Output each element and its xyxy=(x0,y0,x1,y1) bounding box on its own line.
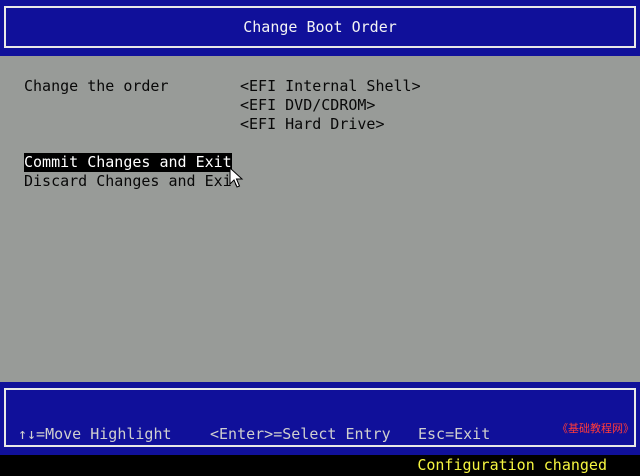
help-frame: ↑↓=Move Highlight <Enter>=Select Entry E… xyxy=(4,388,636,447)
mouse-pointer-icon xyxy=(229,167,244,188)
help-move-highlight: ↑↓=Move Highlight xyxy=(18,425,172,443)
boot-order-item-efi-hard-drive[interactable]: <EFI Hard Drive> xyxy=(240,115,421,134)
discard-changes-and-exit-item[interactable]: Discard Changes and Exit xyxy=(24,172,241,191)
boot-order-item-efi-dvd-cdrom[interactable]: <EFI DVD/CDROM> xyxy=(240,96,421,115)
boot-order-item-efi-internal-shell[interactable]: <EFI Internal Shell> xyxy=(240,77,421,96)
commit-changes-and-exit-item[interactable]: Commit Changes and Exit xyxy=(24,153,232,172)
page-title: Change Boot Order xyxy=(243,18,397,36)
help-band: ↑↓=Move Highlight <Enter>=Select Entry E… xyxy=(0,382,640,455)
help-select-entry: <Enter>=Select Entry xyxy=(210,425,391,443)
header-band: Change Boot Order xyxy=(0,0,640,56)
header-frame: Change Boot Order xyxy=(4,6,636,48)
help-exit: Esc=Exit xyxy=(418,425,491,443)
change-order-label: Change the order xyxy=(24,77,169,95)
status-bar: Configuration changed xyxy=(0,455,640,476)
main-panel: Change the order <EFI Internal Shell> <E… xyxy=(0,56,640,382)
watermark-text: 《基础教程网》 xyxy=(557,422,634,435)
status-message: Configuration changed xyxy=(417,456,607,474)
boot-order-list: <EFI Internal Shell> <EFI DVD/CDROM> <EF… xyxy=(240,77,421,134)
